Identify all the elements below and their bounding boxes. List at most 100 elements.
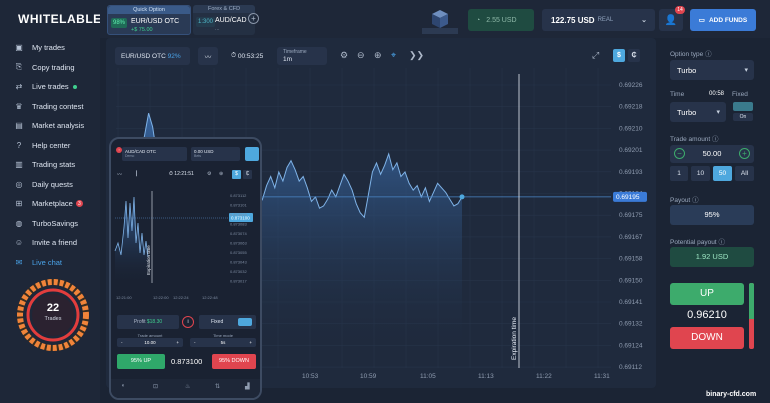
phone-plus-icon[interactable]: + (176, 338, 179, 347)
x-tick-label: 11:05 (420, 373, 436, 380)
phone-nav-fire-icon[interactable]: ♨ (185, 383, 190, 390)
tab-asset-name: AUD/CAD (215, 17, 247, 24)
phone-asset-select[interactable]: AUD/CAD OTC Demo (122, 147, 187, 161)
y-tick-label: 0.69201 (619, 147, 643, 154)
sidebar-item-copy-trading[interactable]: ⎘ Copy trading (14, 58, 100, 78)
phone-time-mode-input[interactable]: - 5s + (190, 338, 256, 347)
piggy-icon: ◍ (15, 218, 23, 228)
phone-candle-icon[interactable]: ┃ (135, 171, 138, 177)
sidebar-item-my-trades[interactable]: ▣ My trades (14, 38, 100, 58)
sentiment-bar-up (749, 283, 754, 320)
phone-nav-chart-icon[interactable]: ◖ (121, 383, 125, 389)
sidebar-item-label: Market analysis (32, 121, 85, 131)
phone-nav-trades-icon[interactable]: ⊡ (153, 383, 158, 390)
option-type-select[interactable]: Turbo ▾ (670, 60, 754, 80)
up-button[interactable]: UP (670, 283, 744, 305)
y-tick-label: 0.69112 (619, 364, 642, 371)
sidebar-item-label: Copy trading (32, 62, 75, 72)
sidebar-item-label: Trading stats (32, 160, 76, 170)
help-icon: ? (16, 140, 22, 150)
cube-icon (422, 10, 458, 34)
demo-account-icon: ◔ (476, 16, 481, 24)
potential-payout-value: 1.92 USD (670, 247, 754, 267)
phone-y-tick: 0.873032 (230, 269, 247, 274)
amount-preset-10[interactable]: 10 (691, 166, 710, 181)
phone-time-plus-icon[interactable]: + (249, 338, 252, 347)
trade-panel: Option type ⓘ Turbo ▾ Time 00:58 Fixed T… (666, 38, 770, 393)
trade-amount-label: Trade amount ⓘ (670, 133, 719, 143)
live-indicator (72, 84, 77, 89)
sidebar-nav: ▣ My trades ⎘ Copy trading ⇄ Live trades ♛ Trad… (14, 38, 100, 272)
sidebar: WHITELABLE ▣ My trades ⎘ Copy trading ⇄ Live … (0, 0, 101, 403)
fixed-label: Fixed (732, 91, 748, 98)
time-label: Time (670, 91, 685, 98)
phone-dollar-button[interactable]: $ (232, 170, 241, 179)
sidebar-item-label: Marketplace (32, 199, 73, 209)
amount-input[interactable]: − 50.00 + (670, 145, 754, 163)
phone-chart-type-icon[interactable]: 〰 (117, 171, 122, 178)
fixed-toggle[interactable]: On (733, 102, 753, 122)
phone-nav-exchange-icon[interactable]: ⇅ (215, 383, 220, 390)
demo-account-button[interactable]: ◔ 2.55 USD (468, 9, 534, 31)
add-funds-label: ADD FUNDS (708, 16, 748, 24)
cart-icon: ⊞ (15, 199, 23, 209)
phone-fixed-toggle[interactable]: Fixed (199, 315, 256, 329)
chart-icon: ▤ (15, 121, 23, 131)
phone-y-tick: 0.873043 (230, 260, 247, 265)
sidebar-item-live-chat[interactable]: ✉ Live chat (14, 253, 100, 273)
phone-top-bar: ! AUD/CAD OTC Demo 0.00 USD Bets (115, 147, 260, 163)
amount-preset-50[interactable]: 50 (713, 166, 732, 181)
sidebar-item-label: Daily quests (32, 179, 73, 189)
sidebar-item-label: Help center (32, 140, 71, 150)
phone-x-tick: 12:22:48 (202, 295, 218, 300)
x-tick-label: 11:31 (594, 373, 610, 380)
asset-tab-audcad[interactable]: Forex & CFD 1:300 AUD/CAD ... (193, 5, 255, 35)
add-asset-button[interactable]: + (248, 13, 259, 24)
amount-preset-all[interactable]: All (735, 166, 754, 181)
down-button[interactable]: DOWN (670, 327, 744, 349)
phone-up-button[interactable]: 95% UP (117, 354, 165, 369)
phone-profit-value: $18.30 (146, 319, 163, 325)
real-label: REAL (597, 17, 614, 23)
phone-cent-button[interactable]: ₵ (243, 170, 252, 179)
phone-x-tick: 12:21:00 (116, 295, 132, 300)
current-price-dot (459, 194, 465, 200)
sidebar-item-live-trades[interactable]: ⇄ Live trades (14, 77, 100, 97)
phone-menu-button[interactable] (245, 147, 259, 161)
y-tick-label: 0.69167 (619, 234, 643, 241)
phone-down-button[interactable]: 95% DOWN (212, 354, 256, 369)
mobile-app-preview: ! AUD/CAD OTC Demo 0.00 USD Bets 〰 ┃ ⏱ 1… (109, 137, 262, 400)
watermark: binary-cfd.com (706, 391, 757, 398)
sidebar-item-marketplace[interactable]: ⊞ Marketplace 3 (14, 194, 100, 214)
add-funds-button[interactable]: ▭ ADD FUNDS (690, 9, 756, 31)
phone-info-icon[interactable]: i (182, 316, 194, 328)
trades-label: Trades (44, 316, 62, 322)
phone-minus-icon[interactable]: - (121, 338, 123, 347)
sidebar-item-trading-contest[interactable]: ♛ Trading contest (14, 97, 100, 117)
tab-header: Forex & CFD (193, 5, 255, 13)
sidebar-item-trading-stats[interactable]: ▥ Trading stats (14, 155, 100, 175)
sidebar-item-invite-a-friend[interactable]: ☺ Invite a friend (14, 233, 100, 253)
payout-value: 95% (670, 205, 754, 225)
phone-chart: Expiration time 0.873100 0.8731120.87310… (114, 191, 253, 300)
phone-time-minus-icon[interactable]: - (194, 338, 196, 347)
phone-settings-icon[interactable]: ⚙ (207, 171, 211, 177)
phone-toggle-knob (238, 318, 252, 326)
asset-tab-eurusd[interactable]: Quick Option 98% EUR/USD OTC +$ 75.00 (107, 5, 191, 35)
phone-zoom-icon[interactable]: ⊕ (219, 171, 223, 177)
phone-balance-select[interactable]: 0.00 USD Bets (191, 147, 240, 161)
invite-icon: ☺ (14, 238, 24, 248)
phone-x-tick: 12:22:24 (173, 295, 189, 300)
time-select[interactable]: Turbo ▾ (670, 102, 726, 122)
phone-nav-stats-icon[interactable]: ▟ (245, 383, 250, 390)
phone-amount-input[interactable]: - 10.00 + (117, 338, 183, 347)
real-account-select[interactable]: 122.75 USD REAL ⌄ (542, 9, 655, 31)
sidebar-item-help-center[interactable]: ? Help center (14, 136, 100, 156)
amount-preset-1[interactable]: 1 (670, 166, 688, 181)
sidebar-item-market-analysis[interactable]: ▤ Market analysis (14, 116, 100, 136)
sidebar-item-turbosavings[interactable]: ◍ TurboSavings (14, 214, 100, 234)
plus-icon[interactable]: + (739, 148, 750, 159)
x-tick-label: 10:53 (302, 373, 319, 380)
notification-badge: 14 (675, 6, 685, 14)
sidebar-item-daily-quests[interactable]: ◎ Daily quests (14, 175, 100, 195)
